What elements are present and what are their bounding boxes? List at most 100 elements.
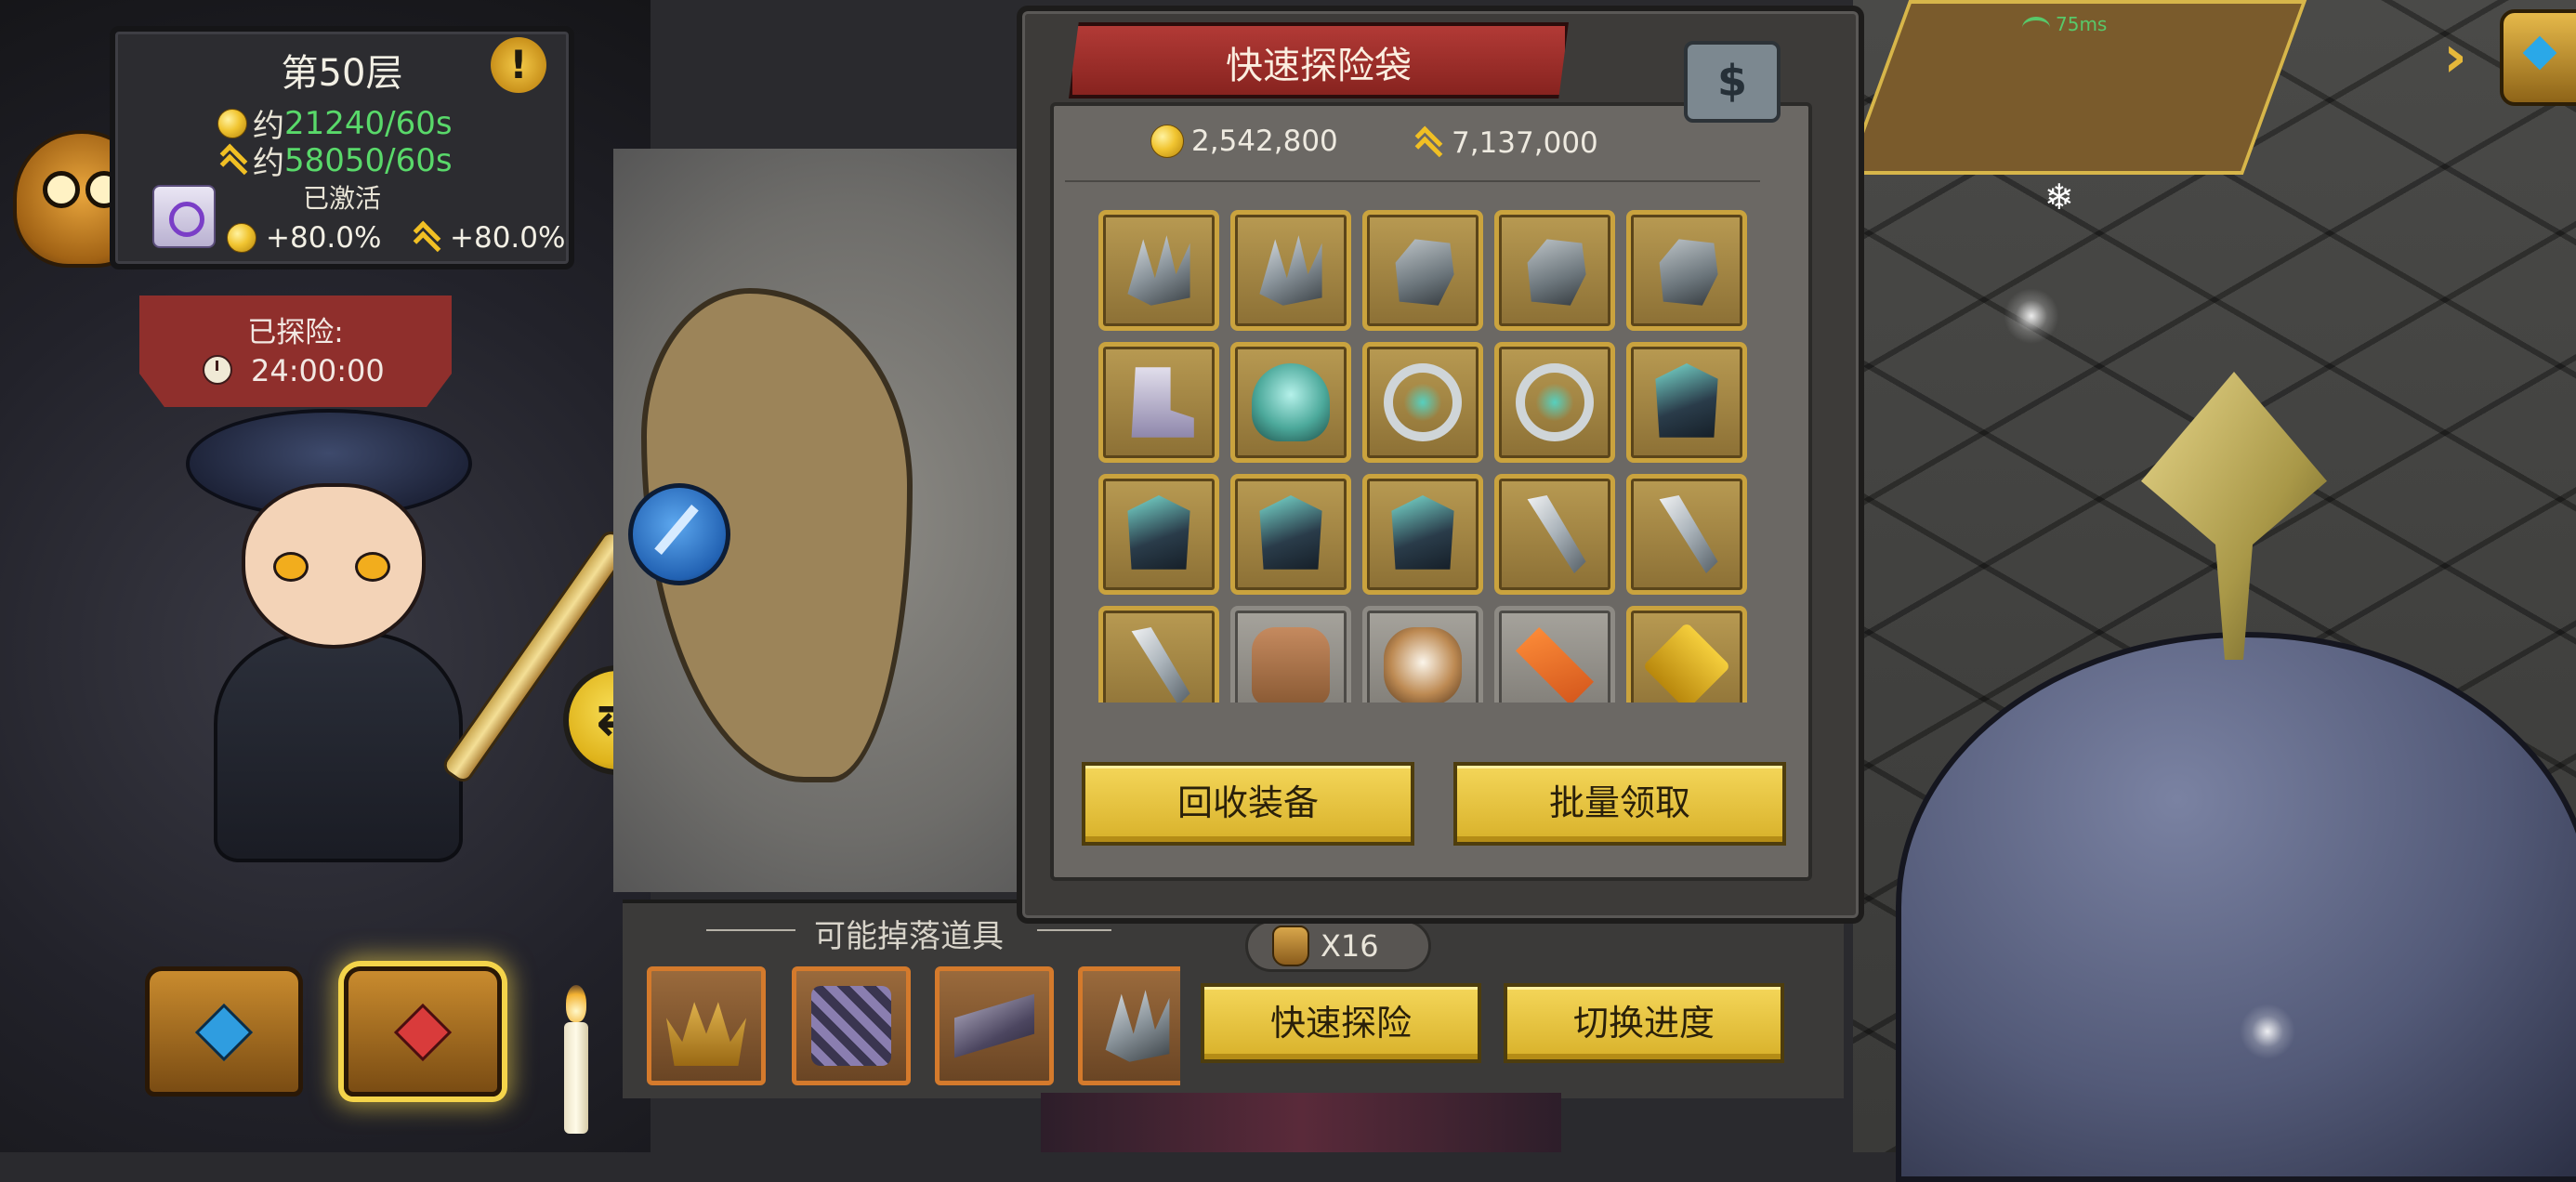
book-icon	[1642, 622, 1731, 703]
hero-character[interactable]	[158, 409, 635, 862]
scroll-buff-icon[interactable]	[152, 185, 216, 248]
bag-item[interactable]	[1098, 210, 1219, 331]
divider-line	[1065, 180, 1760, 182]
gauntlet-icon	[1395, 239, 1454, 306]
current-location-node-icon[interactable]	[628, 483, 730, 585]
bag-item[interactable]	[1362, 474, 1483, 595]
hero-face	[242, 483, 426, 649]
bag-item[interactable]	[1362, 342, 1483, 463]
boot-icon	[1131, 367, 1194, 438]
blade-icon	[1131, 627, 1190, 703]
explore-status-banner: 已探险: 24:00:00	[139, 296, 452, 407]
bag-item[interactable]	[1098, 474, 1219, 595]
dog-icon	[1384, 627, 1462, 703]
armor-icon	[1391, 495, 1454, 570]
claw-icon	[1127, 235, 1190, 306]
ping-label: 75ms	[2056, 13, 2108, 35]
bag-count: X16	[1321, 928, 1379, 964]
blade-icon	[1659, 495, 1718, 573]
gold-coin-icon	[217, 108, 247, 138]
claw-icon	[1105, 990, 1170, 1062]
gold-bonus-value: +80.0%	[266, 221, 382, 255]
gauntlet-icon	[1527, 239, 1586, 306]
helm-icon	[1252, 363, 1330, 441]
exchange-icon[interactable]: $	[1684, 41, 1781, 123]
exp-bonus: +80.0%	[411, 221, 565, 255]
bag-item[interactable]	[1098, 342, 1219, 463]
armor-icon	[1259, 495, 1322, 570]
ring-icon	[1516, 363, 1594, 441]
exp-bonus-value: +80.0%	[450, 221, 566, 255]
bag-item[interactable]	[1230, 210, 1351, 331]
switch-progress-button[interactable]: 切换进度	[1504, 983, 1784, 1063]
armor-icon	[1127, 495, 1190, 570]
expand-arrow-button[interactable]: ›	[2437, 24, 2474, 89]
bag-item[interactable]	[1230, 606, 1351, 703]
gauntlet-icon	[1659, 239, 1718, 306]
drop-item[interactable]	[935, 966, 1054, 1085]
explore-status-label: 已探险:	[247, 316, 344, 349]
candle-icon	[544, 985, 609, 1143]
gold-coin-icon	[1150, 125, 1184, 158]
bag-item[interactable]	[1098, 606, 1219, 703]
drop-item[interactable]	[1078, 966, 1180, 1085]
crown-icon	[666, 1002, 746, 1066]
bag-item[interactable]	[1230, 342, 1351, 463]
bracer-icon	[954, 993, 1034, 1058]
panel-title: 快速探险袋	[1226, 45, 1412, 87]
exp-amount-value: 7,137,000	[1452, 126, 1598, 160]
exp-chevron-icon	[411, 224, 440, 252]
sparkle	[2240, 1004, 2295, 1059]
bag-item[interactable]	[1626, 474, 1747, 595]
treasure-menu-button[interactable]	[2500, 9, 2576, 106]
bag-count-badge: X16	[1245, 920, 1431, 972]
exp-rate-row: 约 58050/60s	[217, 138, 453, 183]
armor-icon	[1655, 363, 1718, 438]
chain-icon	[811, 986, 891, 1066]
blade-icon	[1527, 495, 1586, 573]
divider-line	[706, 929, 795, 931]
quick-explore-button[interactable]: 快速探险	[1201, 983, 1481, 1063]
gold-rate-value: 21240/60s	[284, 104, 453, 142]
clock-icon	[203, 355, 232, 385]
exp-chevron-icon	[217, 147, 247, 175]
bag-item[interactable]	[1494, 474, 1615, 595]
pelt-icon	[1252, 627, 1330, 703]
explore-time: 24:00:00	[251, 353, 385, 388]
exp-rate-prefix: 约	[253, 145, 284, 182]
warning-icon[interactable]: !	[491, 37, 546, 93]
dome-tent	[1896, 632, 2576, 1182]
floor-info-card: 第50层 ! 约 21240/60s 约 58050/60s 已激活 +80.0…	[110, 26, 574, 269]
snowflake-icon: ❄	[2044, 177, 2074, 217]
hero-body	[214, 632, 463, 862]
bag-item[interactable]	[1230, 474, 1351, 595]
gold-coin-icon	[227, 223, 256, 253]
sparkle	[2004, 288, 2059, 344]
possible-drops-label: 可能掉落道具	[814, 918, 1004, 955]
drop-item[interactable]	[792, 966, 911, 1085]
batch-claim-button[interactable]: 批量领取	[1453, 762, 1786, 846]
bag-item[interactable]	[1494, 342, 1615, 463]
bag-item[interactable]	[1626, 210, 1747, 331]
bag-item[interactable]	[1494, 210, 1615, 331]
scene-foreground-strip	[1041, 1093, 1561, 1152]
exp-chevron-icon	[1413, 129, 1442, 157]
chest-icon[interactable]	[145, 966, 303, 1097]
drop-item[interactable]	[647, 966, 766, 1085]
recycle-equipment-button[interactable]: 回收装备	[1082, 762, 1414, 846]
bag-item[interactable]	[1362, 606, 1483, 703]
gold-bonus: +80.0%	[227, 221, 381, 255]
bag-item[interactable]	[1626, 342, 1747, 463]
bag-item[interactable]	[1494, 606, 1615, 703]
bag-item[interactable]	[1626, 606, 1747, 703]
exp-amount: 7,137,000	[1413, 126, 1598, 160]
bag-item[interactable]	[1362, 210, 1483, 331]
panel-title-ribbon: 快速探险袋	[1069, 22, 1569, 98]
chest-icon-selected[interactable]	[344, 966, 502, 1097]
wifi-icon	[2022, 17, 2050, 39]
carrot-icon	[1516, 627, 1594, 703]
bag-icon	[1272, 926, 1309, 966]
divider-line	[1037, 929, 1111, 931]
claw-icon	[1259, 235, 1322, 306]
exp-rate-value: 58050/60s	[284, 141, 453, 179]
